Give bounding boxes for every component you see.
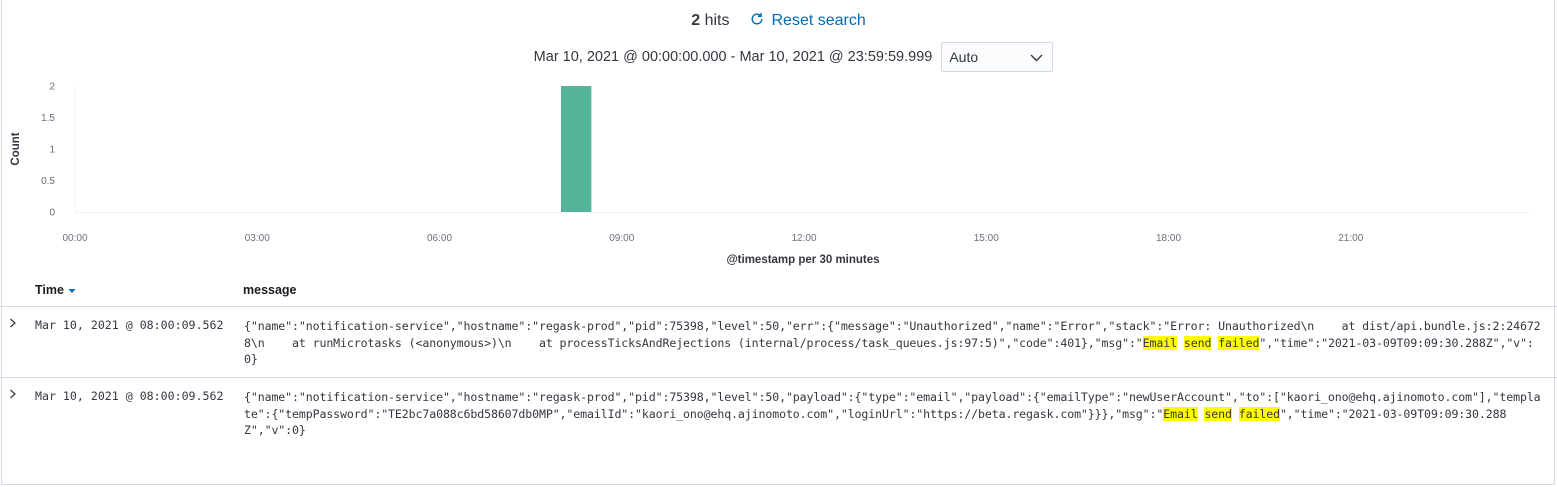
y-tick-label: 2 <box>49 82 55 93</box>
x-tick-label: 21:00 <box>1338 233 1363 244</box>
highlight-term: failed <box>1238 406 1280 421</box>
sort-down-icon[interactable] <box>68 283 76 297</box>
interval-selected-value: Auto <box>949 49 979 65</box>
table-row: Mar 10, 2021 @ 08:00:09.562 {"name":"not… <box>0 378 1557 448</box>
message-space <box>1177 336 1184 350</box>
y-tick-label: 1.5 <box>41 113 55 124</box>
expand-row-icon[interactable] <box>9 388 21 400</box>
y-axis-label: Count <box>10 132 22 165</box>
highlight-term: failed <box>1218 335 1260 350</box>
highlight-term: send <box>1183 335 1212 350</box>
chevron-down-icon <box>1030 49 1043 65</box>
y-tick-label: 1 <box>49 145 55 156</box>
x-tick-label: 06:00 <box>427 233 452 244</box>
x-tick-label: 00:00 <box>62 233 87 244</box>
hits-summary: 2 hits <box>691 12 729 30</box>
row-message: {"name":"notification-service","hostname… <box>244 389 1544 439</box>
y-tick-label: 0.5 <box>41 176 55 187</box>
time-range-row: Mar 10, 2021 @ 00:00:00.000 - Mar 10, 20… <box>0 41 1557 73</box>
reset-search-label: Reset search <box>771 12 866 29</box>
table-row: Mar 10, 2021 @ 08:00:09.562 {"name":"not… <box>0 307 1557 378</box>
histogram-bar <box>561 86 592 212</box>
x-tick-label: 03:00 <box>245 233 270 244</box>
row-message: {"name":"notification-service","hostname… <box>244 318 1544 368</box>
expand-row-icon[interactable] <box>9 317 21 329</box>
highlight-term: Email <box>1163 406 1198 421</box>
table-header: Time message <box>0 282 1557 307</box>
row-time: Mar 10, 2021 @ 08:00:09.562 <box>35 389 224 403</box>
interval-select[interactable]: Auto <box>941 42 1054 72</box>
row-time: Mar 10, 2021 @ 08:00:09.562 <box>35 318 224 332</box>
column-header-message[interactable]: message <box>243 283 297 297</box>
hits-bar: 2 hits Reset search <box>0 10 1557 32</box>
highlight-term: send <box>1204 406 1232 421</box>
time-range-label: Mar 10, 2021 @ 00:00:00.000 - Mar 10, 20… <box>533 49 933 65</box>
x-tick-label: 15:00 <box>974 233 999 244</box>
column-time-label: Time <box>35 283 64 297</box>
x-axis-label: @timestamp per 30 minutes <box>726 254 879 266</box>
reset-search-button[interactable]: Reset search <box>750 12 866 31</box>
x-tick-label: 12:00 <box>791 233 816 244</box>
histogram-chart[interactable]: 0 0.5 1 1.5 2 00:00 03:00 06:00 09:00 12:00 15:00 1… <box>0 76 1557 271</box>
highlight-term: Email <box>1142 335 1177 350</box>
refresh-icon <box>750 12 764 31</box>
hits-label: hits <box>704 12 730 29</box>
hits-count: 2 <box>691 12 701 29</box>
column-header-time[interactable]: Time <box>35 283 76 297</box>
x-tick-label: 09:00 <box>609 233 634 244</box>
y-tick-label: 0 <box>49 208 55 219</box>
message-space <box>1232 407 1239 421</box>
x-tick-label: 18:00 <box>1156 233 1181 244</box>
